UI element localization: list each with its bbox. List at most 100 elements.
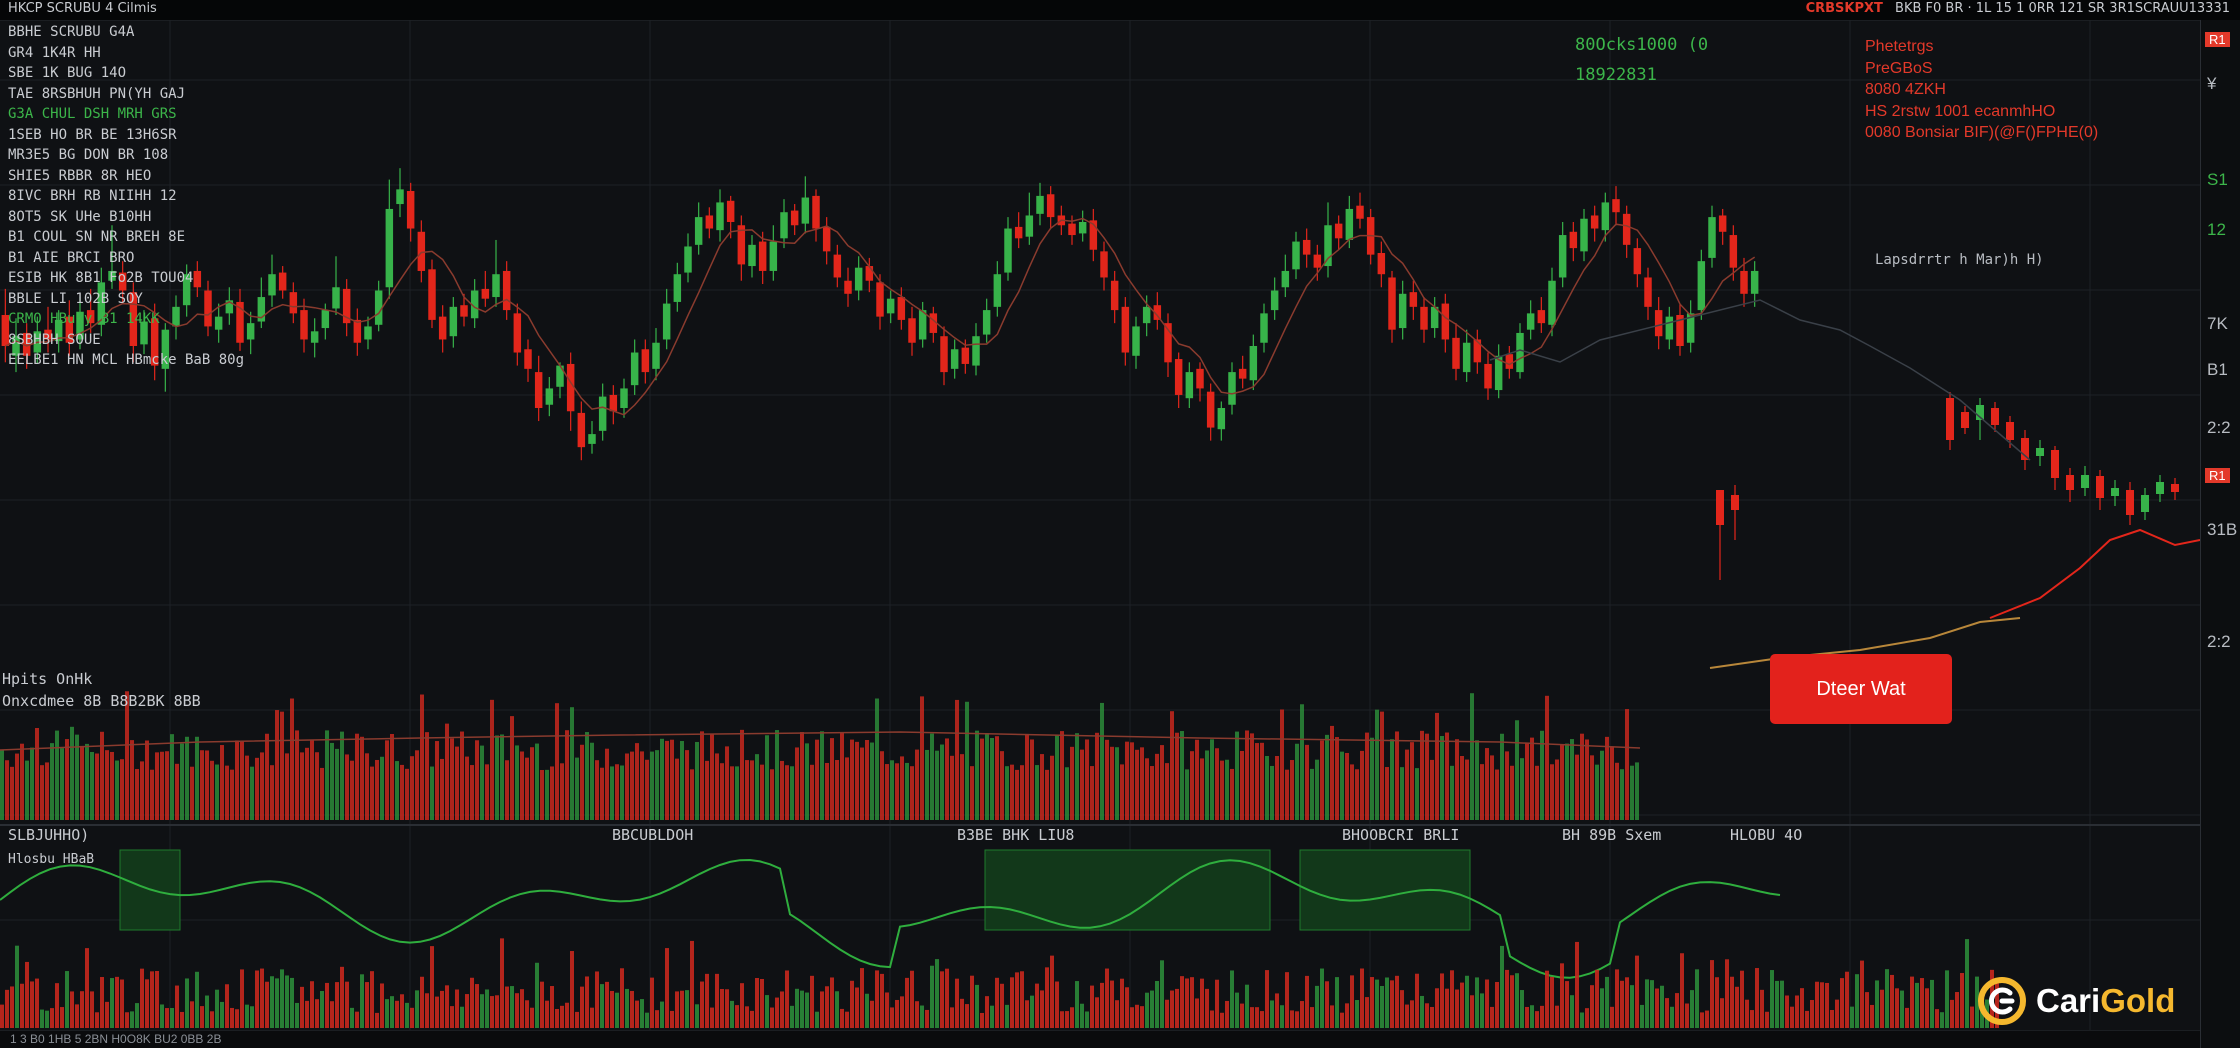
bottom-volume-bar [225,984,229,1028]
bottom-volume-bar [1270,1000,1274,1028]
bottom-volume-bar [1320,968,1324,1028]
volume-bar [1565,743,1569,820]
bottom-volume-bar [965,1004,969,1028]
candle-body [1036,195,1044,214]
candle-body [1473,339,1482,363]
bottom-volume-bar [675,991,679,1028]
bottom-volume-bar [1675,993,1679,1028]
bottom-volume-bar [1955,992,1959,1028]
volume-bar [25,760,29,820]
info-line: B1 AIE BRCI BRO [8,249,135,266]
time-axis-strip: 1 3 B0 1HB 5 2BN H0O8K BU2 0BB 2B [0,1030,2200,1048]
volume-bar [280,711,284,820]
volume-bar [770,769,774,820]
volume-bar [370,766,374,820]
candle-body [438,316,447,340]
bottom-volume-bar [380,983,384,1028]
bottom-volume-bar [1830,1009,1834,1028]
candle-body [1612,199,1620,213]
bottom-volume-bar [640,999,644,1028]
price-axis[interactable]: R1 ¥ S1 12 7K B1 2:2 R1 31B 2:2 [2200,20,2240,1048]
volume-bar [1080,749,1084,820]
volume-bar [765,735,769,820]
bottom-volume-bar [425,993,429,1028]
candle-body [705,215,714,229]
bottom-volume-bar [300,986,304,1028]
bottom-volume-bar [420,976,424,1028]
bottom-volume-bar [685,990,689,1028]
info-line: BBHE SCRUBU G4A [8,24,135,40]
bottom-volume-bar [1590,985,1594,1028]
volume-bar [1245,730,1249,820]
bottom-volume-bar [1695,969,1699,1028]
price-chart[interactable] [0,20,2200,1030]
volume-bar [1470,693,1474,820]
bottom-volume-bar [500,938,504,1028]
volume-bar [240,741,244,820]
volume-bar [0,750,4,820]
volume-bar [960,754,964,820]
bottom-volume-bar [625,988,629,1028]
bottom-volume-bar [1060,1011,1064,1028]
bottom-volume-bar [750,1010,754,1028]
bottom-volume-bar [695,1004,699,1028]
volume-bar [1620,769,1624,820]
volume-bar [555,703,559,820]
candle-body [1260,313,1268,343]
volume-bar [325,730,329,820]
volume-bar [455,746,459,820]
bottom-volume-bar [1165,999,1169,1028]
bottom-volume-bar [1305,975,1309,1028]
volume-bar [945,738,949,820]
volume-bar [750,760,754,820]
volume-bar [265,733,269,820]
candle-body [1196,368,1204,389]
bottom-volume-bar [1685,1003,1689,1028]
candle-body [1729,235,1738,268]
bottom-volume-bar [75,1004,79,1028]
bottom-volume-bar [1745,999,1749,1028]
volume-bar [655,750,659,820]
volume-bar [790,766,794,820]
volume-bar [115,760,119,820]
bottom-volume-bar [1585,1008,1589,1028]
bottom-volume-bar [1065,1011,1069,1028]
bottom-volume-bar [1500,945,1504,1028]
bottom-volume-bar [815,1011,819,1028]
bottom-volume-bar [95,1012,99,1028]
bottom-volume-bar [185,978,189,1028]
ticker-strip[interactable]: CRBSKPXT BKB F0 BR · 1L 15 1 0RR 121 SR … [1806,1,2230,16]
volume-bar [1325,734,1329,820]
indicator-label: BHOOBCRI BRLI [1342,826,1460,844]
candle-body [598,396,607,431]
place-order-button[interactable]: Dteer Wat [1770,654,1952,724]
candle-body [2141,495,2149,512]
bottom-volume-bar [1395,975,1399,1028]
volume-bar [1200,758,1204,820]
volume-bar [320,767,324,820]
volume-bar [1045,769,1049,820]
volume-bar [1240,750,1244,820]
bottom-volume-bar [1475,977,1479,1028]
candle-body [310,331,319,343]
bottom-volume-bar [1425,1003,1429,1028]
symbol-label[interactable]: CRBSKPXT [1806,1,1883,16]
bottom-volume-bar [1760,989,1764,1028]
volume-bar [1060,731,1064,820]
volume-bar [820,731,824,820]
bottom-volume-bar [1245,984,1249,1028]
bottom-volume-bar [835,991,839,1028]
volume-bar [255,757,259,820]
bottom-volume-bar [605,981,609,1028]
bottom-volume-bar [665,948,669,1028]
bottom-volume-bar [1155,981,1159,1028]
volume-bar [1135,749,1139,820]
bottom-volume-bar [770,1007,774,1028]
bottom-volume-bar [415,990,419,1028]
bottom-volume-bar [275,978,279,1028]
volume-bar [1055,735,1059,820]
candle-body [769,241,778,271]
bottom-volume-bar [1740,970,1744,1028]
bottom-volume-bar [855,987,859,1028]
volume-bar [1050,755,1054,820]
